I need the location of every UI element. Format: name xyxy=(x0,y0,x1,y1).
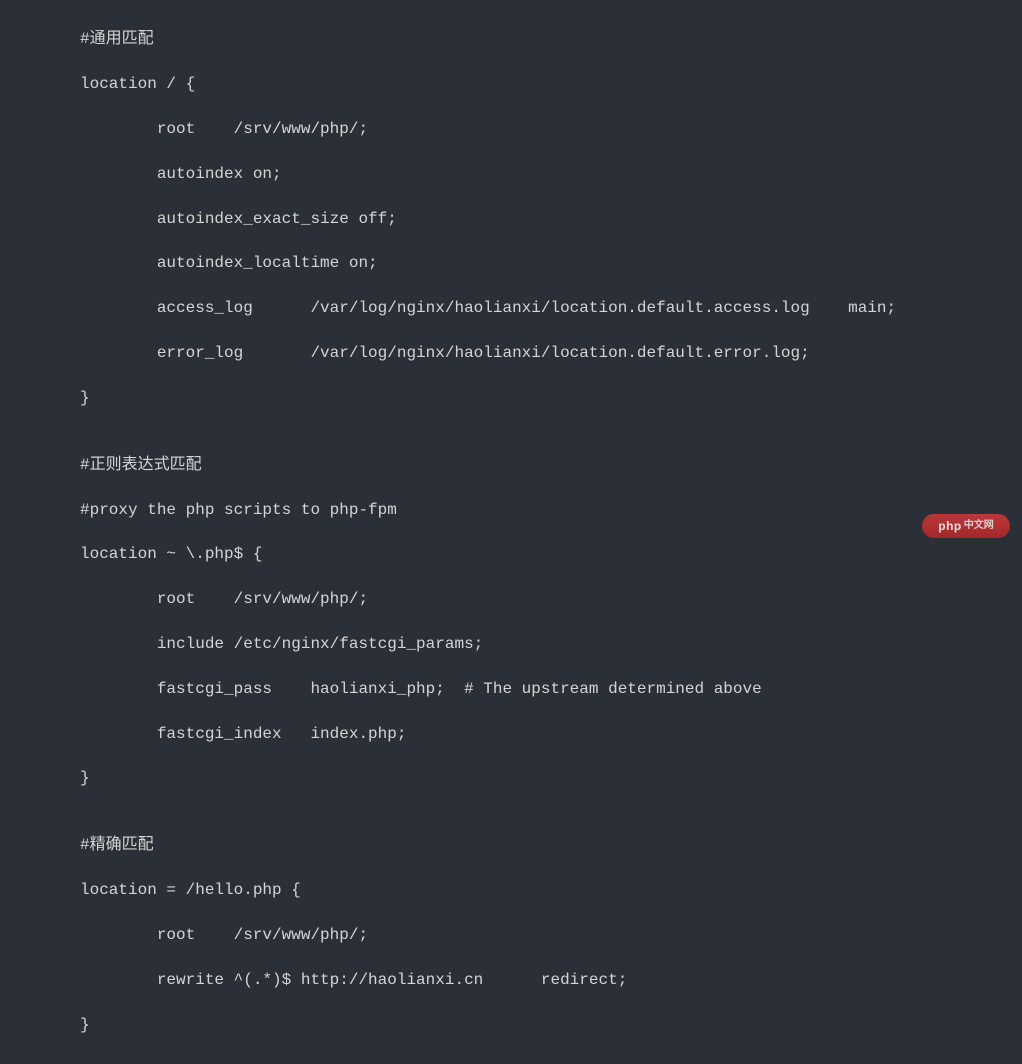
code-line: #通用匹配 xyxy=(80,28,1022,50)
code-line: } xyxy=(80,1014,1022,1036)
code-line: root /srv/www/php/; xyxy=(80,588,1022,610)
code-line: error_log /var/log/nginx/haolianxi/locat… xyxy=(80,342,1022,364)
code-line: autoindex on; xyxy=(80,163,1022,185)
code-line: } xyxy=(80,387,1022,409)
code-line: #正则表达式匹配 xyxy=(80,454,1022,476)
code-line: #精确匹配 xyxy=(80,834,1022,856)
code-line: root /srv/www/php/; xyxy=(80,118,1022,140)
code-line: root /srv/www/php/; xyxy=(80,924,1022,946)
code-block: #通用匹配 location / { root /srv/www/php/; a… xyxy=(0,0,1022,1064)
code-line: access_log /var/log/nginx/haolianxi/loca… xyxy=(80,297,1022,319)
code-line: fastcgi_index index.php; xyxy=(80,723,1022,745)
watermark-badge: php 中文网 xyxy=(922,514,1010,538)
code-line: location ~ \.php$ { xyxy=(80,543,1022,565)
watermark-suffix: 中文网 xyxy=(964,519,994,533)
code-line: include /etc/nginx/fastcgi_params; xyxy=(80,633,1022,655)
code-line: } xyxy=(80,767,1022,789)
code-line: rewrite ^(.*)$ http://haolianxi.cn redir… xyxy=(80,969,1022,991)
code-line: #proxy the php scripts to php-fpm xyxy=(80,499,1022,521)
code-line: fastcgi_pass haolianxi_php; # The upstre… xyxy=(80,678,1022,700)
code-line: autoindex_localtime on; xyxy=(80,252,1022,274)
code-line: location / { xyxy=(80,73,1022,95)
code-line: autoindex_exact_size off; xyxy=(80,208,1022,230)
watermark-brand: php xyxy=(938,518,962,535)
code-line: location = /hello.php { xyxy=(80,879,1022,901)
